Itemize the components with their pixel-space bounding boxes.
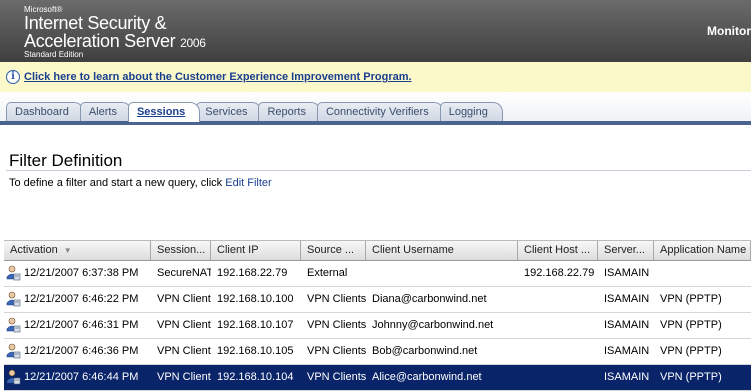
product-logo: Microsoft® Internet Security & Accelerat… bbox=[24, 6, 206, 59]
app-header: Microsoft® Internet Security & Accelerat… bbox=[0, 0, 751, 62]
table-row[interactable]: 12/21/2007 6:46:31 PM VPN Client 192.168.1… bbox=[4, 313, 751, 339]
page-title: Filter Definition bbox=[9, 151, 123, 170]
tab-alerts[interactable]: Alerts bbox=[79, 102, 132, 122]
table-cell: 192.168.10.104 bbox=[217, 371, 294, 383]
edit-filter-link[interactable]: Edit Filter bbox=[225, 177, 271, 189]
table-cell bbox=[518, 339, 598, 364]
table-cell: VPN (PPTP) bbox=[660, 345, 722, 357]
column-header-label: Activation bbox=[10, 244, 58, 256]
title-divider bbox=[6, 170, 751, 171]
filter-description: To define a filter and start a new query… bbox=[9, 177, 272, 189]
table-cell bbox=[518, 313, 598, 338]
tab-reports[interactable]: Reports bbox=[258, 102, 321, 122]
column-header[interactable]: Activation ▼ bbox=[4, 241, 151, 260]
table-cell: VPN Clients bbox=[307, 319, 366, 331]
table-row[interactable]: 12/21/2007 6:46:44 PM VPN Client 192.168.1… bbox=[4, 365, 751, 391]
column-header-label: Source ... bbox=[307, 244, 355, 256]
table-cell: ISAMAIN bbox=[604, 319, 650, 331]
ceip-link[interactable]: Click here to learn about the Customer E… bbox=[24, 71, 412, 83]
table-cell: 192.168.10.107 bbox=[217, 319, 294, 331]
table-cell: 192.168.22.79 bbox=[524, 267, 595, 279]
table-cell: ISAMAIN bbox=[604, 345, 650, 357]
table-cell: Diana@carbonwind.net bbox=[372, 293, 487, 305]
tab-bar: Dashboard Alerts Sessions Services Reports Co… bbox=[0, 92, 751, 125]
table-cell: 192.168.10.100 bbox=[217, 293, 294, 305]
table-cell: VPN (PPTP) bbox=[660, 293, 722, 305]
tab-sessions[interactable]: Sessions bbox=[127, 102, 201, 122]
table-cell: VPN Client bbox=[157, 345, 211, 357]
table-header: Activation ▼ Session... Client IP Source ...… bbox=[4, 240, 751, 261]
column-header[interactable]: Server... bbox=[598, 241, 654, 260]
table-cell: VPN Clients bbox=[307, 371, 366, 383]
filter-description-text: To define a filter and start a new query… bbox=[9, 177, 226, 189]
table-cell: VPN Client bbox=[157, 319, 211, 331]
table-cell bbox=[518, 287, 598, 312]
table-body: 12/21/2007 6:37:38 PM SecureNAT 192.168.22… bbox=[4, 261, 751, 391]
table-row[interactable]: 12/21/2007 6:46:22 PM VPN Client 192.168.1… bbox=[4, 287, 751, 313]
table-cell: 192.168.22.79 bbox=[217, 267, 288, 279]
tab-connectivity-verifiers[interactable]: Connectivity Verifiers bbox=[316, 102, 444, 122]
table-cell: VPN Client bbox=[157, 293, 211, 305]
table-cell: Bob@carbonwind.net bbox=[372, 345, 478, 357]
table-cell: VPN (PPTP) bbox=[660, 371, 722, 383]
column-header-label: Client Host ... bbox=[524, 244, 591, 256]
tab-list: Dashboard Alerts Sessions Services Reports Co… bbox=[6, 102, 503, 122]
table-cell: 12/21/2007 6:46:36 PM bbox=[24, 345, 139, 357]
logo-edition: Standard Edition bbox=[24, 50, 84, 59]
table-cell: 12/21/2007 6:46:31 PM bbox=[24, 319, 139, 331]
table-cell: 12/21/2007 6:37:38 PM bbox=[24, 267, 139, 279]
table-cell: 192.168.10.105 bbox=[217, 345, 294, 357]
table-cell: SecureNAT bbox=[157, 267, 211, 279]
table-cell bbox=[518, 365, 598, 390]
table-cell: External bbox=[307, 267, 348, 279]
table-row[interactable]: 12/21/2007 6:46:36 PM VPN Client 192.168.1… bbox=[4, 339, 751, 365]
column-header-label: Session... bbox=[157, 244, 206, 256]
table-cell: ISAMAIN bbox=[604, 267, 650, 279]
column-header[interactable]: Client Host ... bbox=[518, 241, 598, 260]
tab-underline bbox=[0, 121, 751, 125]
table-cell: 12/21/2007 6:46:22 PM bbox=[24, 293, 139, 305]
column-header-label: Server... bbox=[604, 244, 645, 256]
logo-line-2-text: Acceleration Server bbox=[24, 31, 176, 51]
sort-descending-icon: ▼ bbox=[63, 246, 72, 255]
table-cell: VPN Client bbox=[157, 371, 211, 383]
table-cell: Johnny@carbonwind.net bbox=[372, 319, 494, 331]
table-cell: VPN (PPTP) bbox=[660, 319, 722, 331]
column-header[interactable]: Session... bbox=[151, 241, 211, 260]
column-header[interactable]: Source ... bbox=[301, 241, 366, 260]
table-cell: 12/21/2007 6:46:44 PM bbox=[24, 371, 139, 383]
column-header-label: Client Username bbox=[372, 244, 454, 256]
table-cell bbox=[654, 261, 751, 286]
table-row[interactable]: 12/21/2007 6:37:38 PM SecureNAT 192.168.22… bbox=[4, 261, 751, 287]
table-cell: Alice@carbonwind.net bbox=[372, 371, 482, 383]
info-bar: i Click here to learn about the Customer… bbox=[0, 62, 751, 93]
column-header[interactable]: Client Username bbox=[366, 241, 518, 260]
tab-logging[interactable]: Logging bbox=[439, 102, 503, 122]
table-cell: ISAMAIN bbox=[604, 293, 650, 305]
logo-line-1: Internet Security & bbox=[24, 13, 167, 33]
logo-year: 2006 bbox=[180, 36, 206, 50]
table-cell: VPN Clients bbox=[307, 345, 366, 357]
info-icon: i bbox=[6, 70, 20, 84]
section-title: Monitor bbox=[707, 24, 751, 38]
column-header[interactable]: Application Name bbox=[654, 241, 751, 260]
column-header-label: Application Name bbox=[660, 244, 747, 256]
tab-services[interactable]: Services bbox=[196, 102, 263, 122]
column-header-label: Client IP bbox=[217, 244, 259, 256]
column-header[interactable]: Client IP bbox=[211, 241, 301, 260]
table-cell: ISAMAIN bbox=[604, 371, 650, 383]
tab-dashboard[interactable]: Dashboard bbox=[6, 102, 84, 122]
table-cell: VPN Clients bbox=[307, 293, 366, 305]
table-cell bbox=[366, 261, 518, 286]
logo-line-2: Acceleration Server 2006 bbox=[24, 32, 206, 50]
sessions-table: Activation ▼ Session... Client IP Source ...… bbox=[4, 240, 751, 391]
